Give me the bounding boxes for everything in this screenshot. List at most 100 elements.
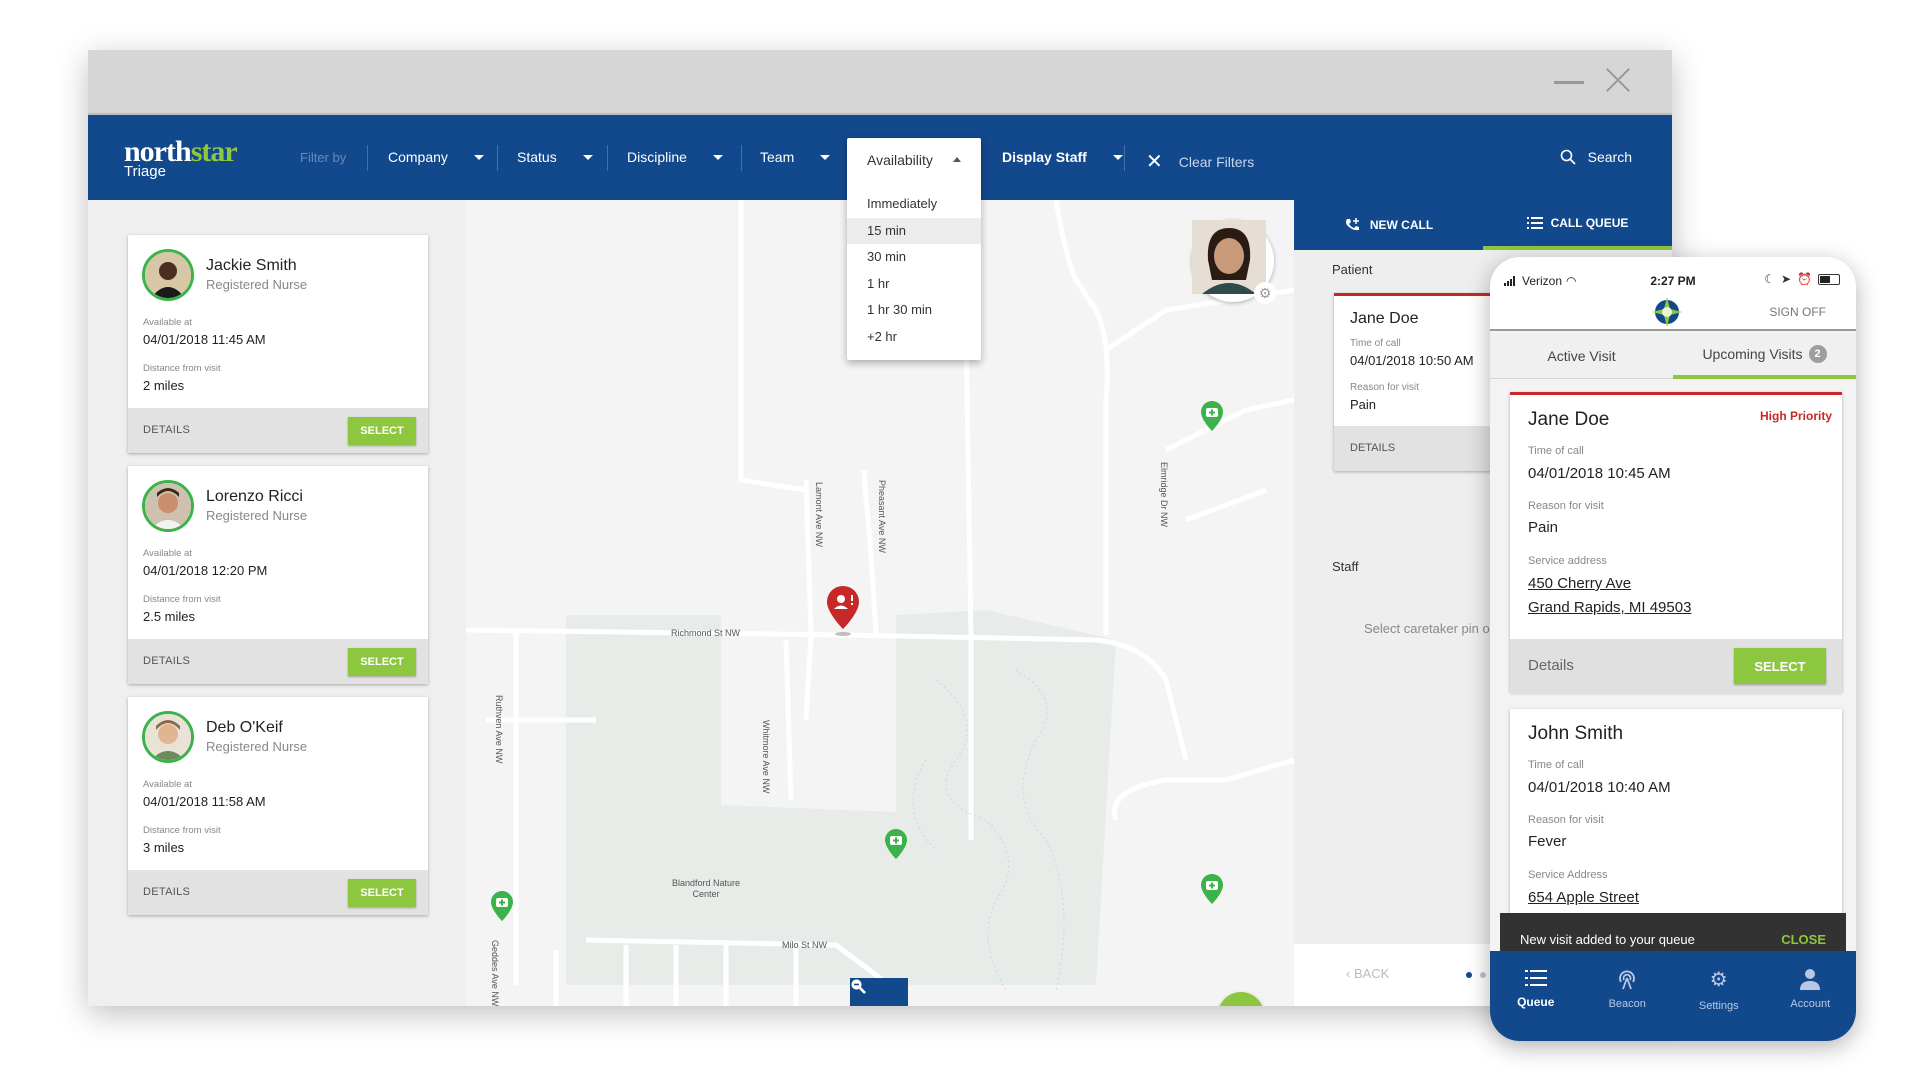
option-immediately[interactable]: Immediately	[847, 191, 981, 218]
minimize-button[interactable]	[1554, 81, 1584, 84]
availability-dropdown[interactable]: Availability Immediately 15 min 30 min 1…	[847, 138, 981, 360]
visit-card: Jane Doe High Priority Time of call 04/0…	[1510, 392, 1842, 694]
clear-filters-label: Clear Filters	[1178, 153, 1255, 170]
search-button[interactable]: Search	[1560, 149, 1632, 165]
staff-role: Registered Nurse	[206, 508, 308, 523]
address-link[interactable]: 450 Cherry Ave	[1528, 575, 1631, 592]
close-icon: ✕	[1146, 151, 1163, 173]
selected-staff-avatar[interactable]: ⚙	[1192, 220, 1276, 304]
tab-new-call[interactable]: NEW CALL	[1294, 200, 1483, 250]
tab-active-visit[interactable]: Active Visit	[1490, 333, 1673, 379]
snackbar-message: New visit added to your queue	[1520, 932, 1695, 947]
snackbar-close-button[interactable]: CLOSE	[1781, 932, 1826, 947]
availability-options: Immediately 15 min 30 min 1 hr 1 hr 30 m…	[847, 191, 981, 350]
nav-label: Account	[1790, 998, 1831, 1010]
visit-tabs: Active Visit Upcoming Visits 2	[1490, 333, 1856, 379]
option-2-hr-plus[interactable]: +2 hr	[847, 324, 981, 351]
details-link[interactable]: DETAILS	[143, 424, 190, 436]
avatar	[142, 480, 194, 532]
select-button[interactable]: SELECT	[348, 417, 416, 445]
card-footer: Details SELECT	[1510, 639, 1842, 694]
battery-icon	[1818, 273, 1840, 285]
option-15-min[interactable]: 15 min	[847, 217, 981, 244]
reason-label: Reason for visit	[1528, 814, 1604, 826]
beacon-icon	[1619, 970, 1636, 990]
caretaker-map-pin[interactable]	[1200, 873, 1224, 905]
address-link[interactable]: 654 Apple Street	[1528, 889, 1639, 906]
filter-label: Company	[388, 149, 448, 165]
details-link[interactable]: DETAILS	[143, 886, 190, 898]
filter-team[interactable]: Team	[760, 149, 831, 165]
close-window-button[interactable]	[1602, 64, 1634, 96]
tab-upcoming-visits[interactable]: Upcoming Visits 2	[1673, 333, 1856, 379]
nav-settings[interactable]: ⚙ Settings	[1673, 951, 1765, 1041]
option-30-min[interactable]: 30 min	[847, 244, 981, 271]
details-link[interactable]: DETAILS	[1350, 442, 1395, 454]
zoom-out-button[interactable]	[851, 978, 908, 1006]
park-area	[721, 805, 896, 985]
tab-call-queue[interactable]: CALL QUEUE	[1483, 200, 1672, 250]
address-link[interactable]: Grand Rapids, MI 49503	[1528, 599, 1691, 616]
option-1-hr-30-min[interactable]: 1 hr 30 min	[847, 297, 981, 324]
filter-label: Discipline	[627, 149, 687, 165]
search-label: Search	[1587, 149, 1632, 165]
patient-map-pin[interactable]	[826, 585, 860, 637]
sign-off-button[interactable]: SIGN OFF	[1769, 305, 1826, 319]
distance-label: Distance from visit	[143, 594, 221, 605]
available-label: Available at	[143, 317, 192, 328]
page-dot[interactable]	[1466, 972, 1472, 978]
back-label: BACK	[1353, 966, 1390, 981]
northstar-compass-logo	[1652, 297, 1682, 327]
chevron-down-icon	[1112, 154, 1123, 160]
map-label-geddes: Geddes Ave NW	[490, 940, 500, 1006]
park-area	[896, 610, 1116, 985]
divider	[497, 145, 498, 171]
search-icon	[1560, 149, 1576, 165]
call-tabs: NEW CALL CALL QUEUE	[1294, 200, 1672, 250]
map-label-milo: Milo St NW	[782, 940, 827, 950]
gear-icon[interactable]: ⚙	[1254, 282, 1276, 304]
alarm-icon: ⏰	[1797, 272, 1812, 286]
filter-status[interactable]: Status	[517, 149, 593, 165]
divider	[741, 145, 742, 171]
caretaker-map-pin[interactable]	[1200, 400, 1224, 432]
chevron-down-icon	[473, 154, 484, 160]
caretaker-map-pin[interactable]	[884, 828, 908, 860]
map-label-whitmore: Whitmore Ave NW	[761, 720, 771, 794]
filter-display-staff[interactable]: Display Staff	[1002, 149, 1123, 165]
time-value: 04/01/2018 10:50 AM	[1350, 353, 1474, 368]
back-button[interactable]: ‹ BACK	[1346, 966, 1389, 981]
filter-discipline[interactable]: Discipline	[627, 149, 723, 165]
clear-filters-button[interactable]: ✕ Clear Filters	[1146, 149, 1254, 174]
phone-app-bar: SIGN OFF	[1490, 291, 1856, 331]
staff-name: Jackie Smith	[206, 257, 297, 274]
nav-label: Settings	[1698, 999, 1739, 1012]
add-call-icon	[1345, 218, 1359, 231]
select-button[interactable]: SELECT	[348, 648, 416, 676]
page-dot[interactable]	[1480, 972, 1486, 978]
patient-name: Jane Doe	[1528, 409, 1610, 430]
staff-role: Registered Nurse	[206, 739, 308, 754]
filter-company[interactable]: Company	[388, 149, 484, 165]
page-dots	[1466, 972, 1486, 978]
title-bar	[88, 50, 1672, 115]
queue-icon	[1524, 970, 1547, 986]
caretaker-map-pin[interactable]	[490, 890, 514, 922]
option-1-hr[interactable]: 1 hr	[847, 271, 981, 298]
map-label-pheasant: Pheasant Ave NW	[877, 480, 887, 553]
nav-account[interactable]: Account	[1765, 951, 1857, 1041]
moon-icon: ☾	[1764, 272, 1775, 286]
details-link[interactable]: DETAILS	[143, 655, 190, 667]
address-label: Service address	[1528, 555, 1607, 567]
tab-label: CALL QUEUE	[1550, 216, 1629, 230]
avatar	[142, 249, 194, 301]
staff-card: Lorenzo Ricci Registered Nurse Available…	[128, 466, 428, 684]
available-label: Available at	[143, 548, 192, 559]
select-button[interactable]: SELECT	[1734, 648, 1826, 684]
nav-beacon[interactable]: Beacon	[1582, 951, 1674, 1041]
nav-queue[interactable]: Queue	[1490, 951, 1582, 1041]
divider	[367, 145, 368, 171]
select-button[interactable]: SELECT	[348, 879, 416, 907]
details-link[interactable]: Details	[1528, 657, 1574, 674]
avatar	[142, 711, 194, 763]
